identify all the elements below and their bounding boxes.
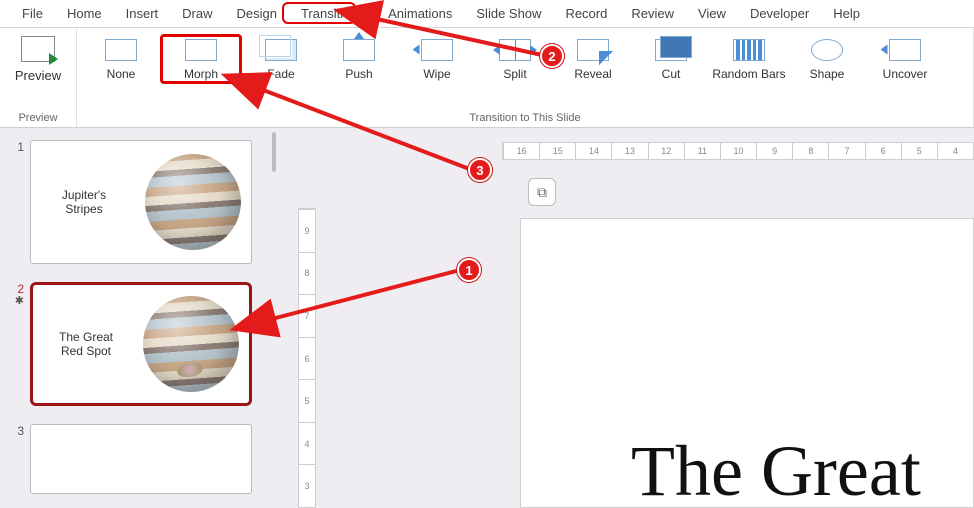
tab-transitions[interactable]: Transitions [289,2,376,25]
tab-record[interactable]: Record [553,2,619,25]
ruler-v-tick: 6 [299,337,315,380]
transition-none-label: None [107,67,136,81]
ruler-h-tick: 9 [756,143,792,159]
transition-random-bars[interactable]: Random Bars [710,34,788,82]
ribbon-group-transitions: None Morph Fade Push Wipe Split [77,28,974,127]
ruler-v-tick: 8 [299,252,315,295]
thumb-2-transition-marker-icon: ✱ [15,296,24,307]
ruler-h-tick: 8 [792,143,828,159]
preview-button[interactable]: Preview [5,28,71,83]
ruler-h-tick: 12 [648,143,684,159]
ruler-h-tick: 14 [575,143,611,159]
ruler-v-tick: 9 [299,209,315,252]
designer-suggestions-button[interactable]: ⧉ [528,178,556,206]
tab-file[interactable]: File [10,2,55,25]
transition-uncover[interactable]: Uncover [866,34,944,82]
transition-reveal-icon [577,39,609,61]
transition-split[interactable]: Split [476,34,554,82]
preview-slide-icon [21,36,55,62]
transition-push-label: Push [345,67,372,81]
transition-split-label: Split [503,67,526,81]
transition-morph-icon [185,39,217,61]
transition-morph-label: Morph [184,67,218,81]
vertical-ruler: 9 8 7 6 5 4 3 [298,208,316,508]
slide-title-text[interactable]: The Great [631,430,921,508]
transition-fade[interactable]: Fade [242,34,320,82]
tab-design[interactable]: Design [225,2,289,25]
transition-gallery: None Morph Fade Push Wipe Split [82,28,968,110]
ruler-h-tick: 5 [901,143,937,159]
transition-wipe-icon [421,39,453,61]
ruler-h-tick: 6 [865,143,901,159]
transition-fade-icon [265,39,297,61]
slide-thumbnail-2[interactable]: The Great Red Spot [30,282,252,406]
transition-fade-label: Fade [267,67,294,81]
transition-shape-label: Shape [810,67,845,81]
slide-thumbnail-3[interactable] [30,424,252,494]
thumb-1-title: Jupiter's Stripes [31,188,131,216]
transition-morph[interactable]: Morph [160,34,242,84]
ribbon-group-label-transitions: Transition to This Slide [82,110,968,127]
ruler-v-tick: 7 [299,294,315,337]
slide-thumbnail-panel: 1 Jupiter's Stripes 2 ✱ The Great Red Sp… [0,128,268,508]
slide-editor-area: 16 15 14 13 12 11 10 9 8 7 6 5 4 9 8 7 6… [282,128,974,508]
ruler-v-tick: 5 [299,379,315,422]
ruler-h-tick: 13 [611,143,647,159]
ribbon: Preview Preview None Morph Fade Push [0,28,974,128]
transition-push-icon [343,39,375,61]
transition-random-bars-icon [733,39,765,61]
slide-canvas[interactable]: The Great [520,218,974,508]
scrollbar-thumb[interactable] [272,132,276,172]
thumb-2-planet-image [143,296,239,392]
transition-cut-label: Cut [662,67,681,81]
tab-view[interactable]: View [686,2,738,25]
transition-random-bars-label: Random Bars [712,67,785,81]
slide-thumbnail-1[interactable]: Jupiter's Stripes [30,140,252,264]
transition-split-icon [499,39,531,61]
ruler-h-tick: 7 [828,143,864,159]
transition-shape-icon [811,39,843,61]
transition-cut-icon [655,39,687,61]
transition-none[interactable]: None [82,34,160,82]
thumb-1-planet-image [145,154,241,250]
ribbon-group-label-preview: Preview [5,110,71,127]
tab-help[interactable]: Help [821,2,872,25]
thumb-number-3: 3 [6,420,24,438]
ruler-h-tick: 4 [937,143,973,159]
transition-uncover-icon [889,39,921,61]
ribbon-tab-strip: File Home Insert Draw Design Transitions… [0,0,974,28]
ruler-h-tick: 11 [684,143,720,159]
transition-uncover-label: Uncover [883,67,928,81]
transition-reveal-label: Reveal [574,67,611,81]
thumb-number-2: 2 [6,278,24,296]
ruler-h-tick: 10 [720,143,756,159]
thumb-number-1: 1 [6,136,24,154]
ribbon-group-preview: Preview Preview [0,28,77,127]
tab-insert[interactable]: Insert [114,2,171,25]
ruler-h-tick: 15 [539,143,575,159]
ruler-v-tick: 3 [299,464,315,507]
preview-label: Preview [15,68,61,83]
tab-slideshow[interactable]: Slide Show [464,2,553,25]
transition-none-icon [105,39,137,61]
thumbnail-scrollbar[interactable] [268,128,282,508]
transition-cut[interactable]: Cut [632,34,710,82]
tab-review[interactable]: Review [619,2,686,25]
horizontal-ruler: 16 15 14 13 12 11 10 9 8 7 6 5 4 [502,142,974,160]
play-icon [49,53,58,65]
tab-draw[interactable]: Draw [170,2,224,25]
transition-push[interactable]: Push [320,34,398,82]
transition-wipe[interactable]: Wipe [398,34,476,82]
workspace: 1 Jupiter's Stripes 2 ✱ The Great Red Sp… [0,128,974,508]
tab-animations[interactable]: Animations [376,2,464,25]
transition-wipe-label: Wipe [423,67,450,81]
ruler-v-tick: 4 [299,422,315,465]
thumb-2-title: The Great Red Spot [33,330,133,358]
tab-home[interactable]: Home [55,2,114,25]
ruler-h-tick: 16 [503,143,539,159]
transition-reveal[interactable]: Reveal [554,34,632,82]
transition-shape[interactable]: Shape [788,34,866,82]
tab-developer[interactable]: Developer [738,2,821,25]
